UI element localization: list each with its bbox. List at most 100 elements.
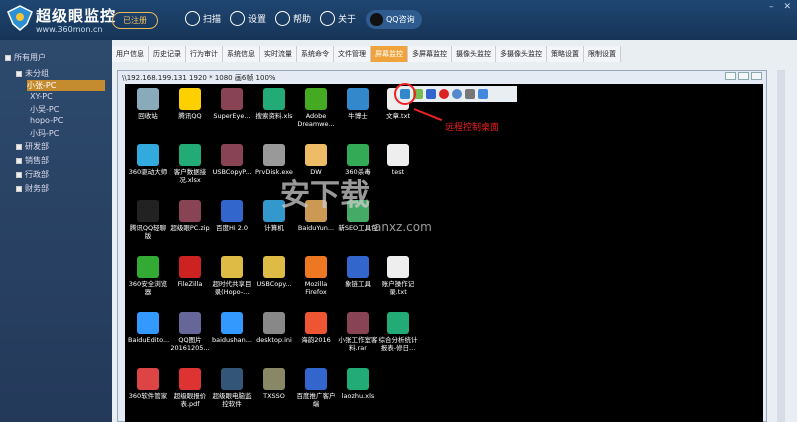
desktop-icon-label: 计算机	[264, 224, 284, 232]
tree-item[interactable]: hopo-PC	[30, 116, 63, 125]
desktop-icon-label: USBCopy...	[256, 280, 292, 288]
nav-about[interactable]: 关于	[320, 11, 356, 26]
desktop-icon[interactable]: 海韵2016	[296, 312, 336, 344]
qq-consult-button[interactable]: QQ咨询	[366, 10, 422, 29]
tab-9[interactable]: 摄像头监控	[452, 46, 496, 62]
file-icon	[347, 144, 369, 166]
desktop-icon[interactable]: desktop.ini	[254, 312, 294, 344]
desktop-icon-label: 360软件管家	[128, 392, 168, 400]
watermark: 安下载	[280, 178, 370, 213]
tab-5[interactable]: 系统命令	[297, 46, 334, 62]
desktop-icon[interactable]: 360软件管家	[128, 368, 168, 400]
file-icon	[137, 256, 159, 278]
desktop-icon-label: TXSSO	[263, 392, 285, 400]
minimize-button[interactable]: –	[769, 2, 774, 12]
monitor-icon[interactable]	[426, 89, 436, 99]
tab-4[interactable]: 实时流量	[260, 46, 297, 62]
group-icon	[16, 70, 22, 77]
tab-3[interactable]: 系统信息	[223, 46, 260, 62]
desktop-icon[interactable]: 牛博士	[338, 88, 378, 120]
desktop-icon[interactable]: 搜索资料.xls	[254, 88, 294, 120]
remote-minimize-button[interactable]	[725, 72, 736, 80]
desktop-icon-label: Adobe Dreamwe...	[297, 112, 335, 128]
desktop-icon[interactable]: 小张工作室客料.rar	[338, 312, 378, 352]
desktop-icon[interactable]: 回收站	[128, 88, 168, 120]
tree-item[interactable]: XY-PC	[30, 92, 53, 101]
desktop-icon[interactable]: test	[378, 144, 418, 176]
tab-bar: 用户信息 历史记录 行为审计 系统信息 实时流量 系统命令 文件管理 屏幕监控 多屏幕监控 摄像头…	[112, 46, 621, 62]
file-icon	[263, 256, 285, 278]
tree-group-ungrouped[interactable]: 未分组	[16, 68, 49, 79]
pin-icon[interactable]	[478, 89, 488, 99]
lock-icon[interactable]	[465, 89, 475, 99]
desktop-icon[interactable]: 360驱动大师	[128, 144, 168, 176]
desktop-icon[interactable]: 腾讯QQ	[170, 88, 210, 120]
desktop-icon[interactable]: 象链工具	[338, 256, 378, 288]
desktop-icon-label: Mozilla Firefox	[304, 280, 328, 296]
desktop-icon-label: SuperEye...	[213, 112, 251, 120]
file-icon	[263, 88, 285, 110]
desktop-icon[interactable]: BaiduEdito...	[128, 312, 169, 344]
stop-icon[interactable]	[439, 89, 449, 99]
desktop-icon[interactable]: baidushan...	[212, 312, 252, 344]
settings-icon[interactable]	[452, 89, 462, 99]
tree-group[interactable]: 财务部	[16, 183, 49, 194]
desktop-icon-label: 360安全浏览器	[128, 280, 168, 296]
desktop-icon[interactable]: laozhu.xls	[338, 368, 378, 400]
remote-close-button[interactable]	[751, 72, 762, 80]
desktop-icon[interactable]: 超级眼PC.zip	[170, 200, 210, 232]
desktop-icon[interactable]: 360安全浏览器	[128, 256, 168, 296]
scrollbar[interactable]	[777, 70, 785, 422]
file-icon	[221, 88, 243, 110]
tab-7[interactable]: 屏幕监控	[371, 46, 408, 62]
desktop-icon[interactable]: 客户数据接况.xlsx	[170, 144, 210, 184]
tree-group[interactable]: 行政部	[16, 169, 49, 180]
file-icon	[347, 368, 369, 390]
file-icon	[263, 144, 285, 166]
tree-item-selected[interactable]: 小张-PC	[27, 80, 105, 91]
tab-10[interactable]: 多摄像头监控	[496, 46, 547, 62]
desktop-icon[interactable]: 百度推广客户端	[296, 368, 336, 408]
desktop-icon[interactable]: Mozilla Firefox	[296, 256, 336, 296]
tab-0[interactable]: 用户信息	[112, 46, 149, 62]
file-icon	[263, 368, 285, 390]
desktop-icon[interactable]: Adobe Dreamwe...	[296, 88, 336, 128]
remote-maximize-button[interactable]	[738, 72, 749, 80]
tree-item[interactable]: 小吴-PC	[30, 104, 59, 115]
desktop-icon[interactable]: USBCopy...	[254, 256, 294, 288]
nav-scan[interactable]: 扫描	[185, 11, 221, 26]
tab-6[interactable]: 文件管理	[334, 46, 371, 62]
desktop-icon[interactable]: 账户操作记录.txt	[378, 256, 418, 296]
tree-group[interactable]: 销售部	[16, 155, 49, 166]
group-icon	[16, 143, 22, 150]
desktop-icon[interactable]: 超级眼电脑监控软件	[212, 368, 252, 408]
nav-settings[interactable]: 设置	[230, 11, 266, 26]
group-icon	[5, 54, 11, 61]
nav-help[interactable]: 帮助	[275, 11, 311, 26]
tab-2[interactable]: 行为审计	[186, 46, 223, 62]
desktop-icon[interactable]: SuperEye...	[212, 88, 252, 120]
desktop-icon[interactable]: 综合分析统计报表-修日...	[378, 312, 418, 352]
tree-group[interactable]: 研发部	[16, 141, 49, 152]
register-badge[interactable]: 已注册	[112, 12, 158, 29]
tab-12[interactable]: 限制设置	[584, 46, 621, 62]
close-button[interactable]: ✕	[783, 2, 791, 12]
remote-desktop[interactable]: 回收站 腾讯QQ SuperEye... 搜索资料.xls Adobe Dreamwe.…	[125, 84, 763, 422]
desktop-icon[interactable]: 百度Hi 2.0	[212, 200, 252, 232]
desktop-icon[interactable]: TXSSO	[254, 368, 294, 400]
desktop-icon[interactable]: QQ图片 20161205...	[170, 312, 210, 352]
desktop-icon-label: 牛博士	[348, 112, 368, 120]
tab-11[interactable]: 策略设置	[547, 46, 584, 62]
group-icon	[16, 157, 22, 164]
file-icon	[347, 88, 369, 110]
desktop-icon[interactable]: USBCopyP...	[212, 144, 252, 176]
desktop-icon-label: 360驱动大师	[128, 168, 168, 176]
desktop-icon[interactable]: 腾讯QQ轻聊版	[128, 200, 168, 240]
tab-8[interactable]: 多屏幕监控	[408, 46, 452, 62]
tree-root[interactable]: 所有用户	[5, 52, 46, 63]
tab-1[interactable]: 历史记录	[149, 46, 186, 62]
tree-item[interactable]: 小玛-PC	[30, 128, 59, 139]
desktop-icon[interactable]: 超级眼报价表.pdf	[170, 368, 210, 408]
desktop-icon[interactable]: 超时代共享目录(Hopo-...	[212, 256, 252, 296]
desktop-icon[interactable]: FileZilla	[170, 256, 210, 288]
